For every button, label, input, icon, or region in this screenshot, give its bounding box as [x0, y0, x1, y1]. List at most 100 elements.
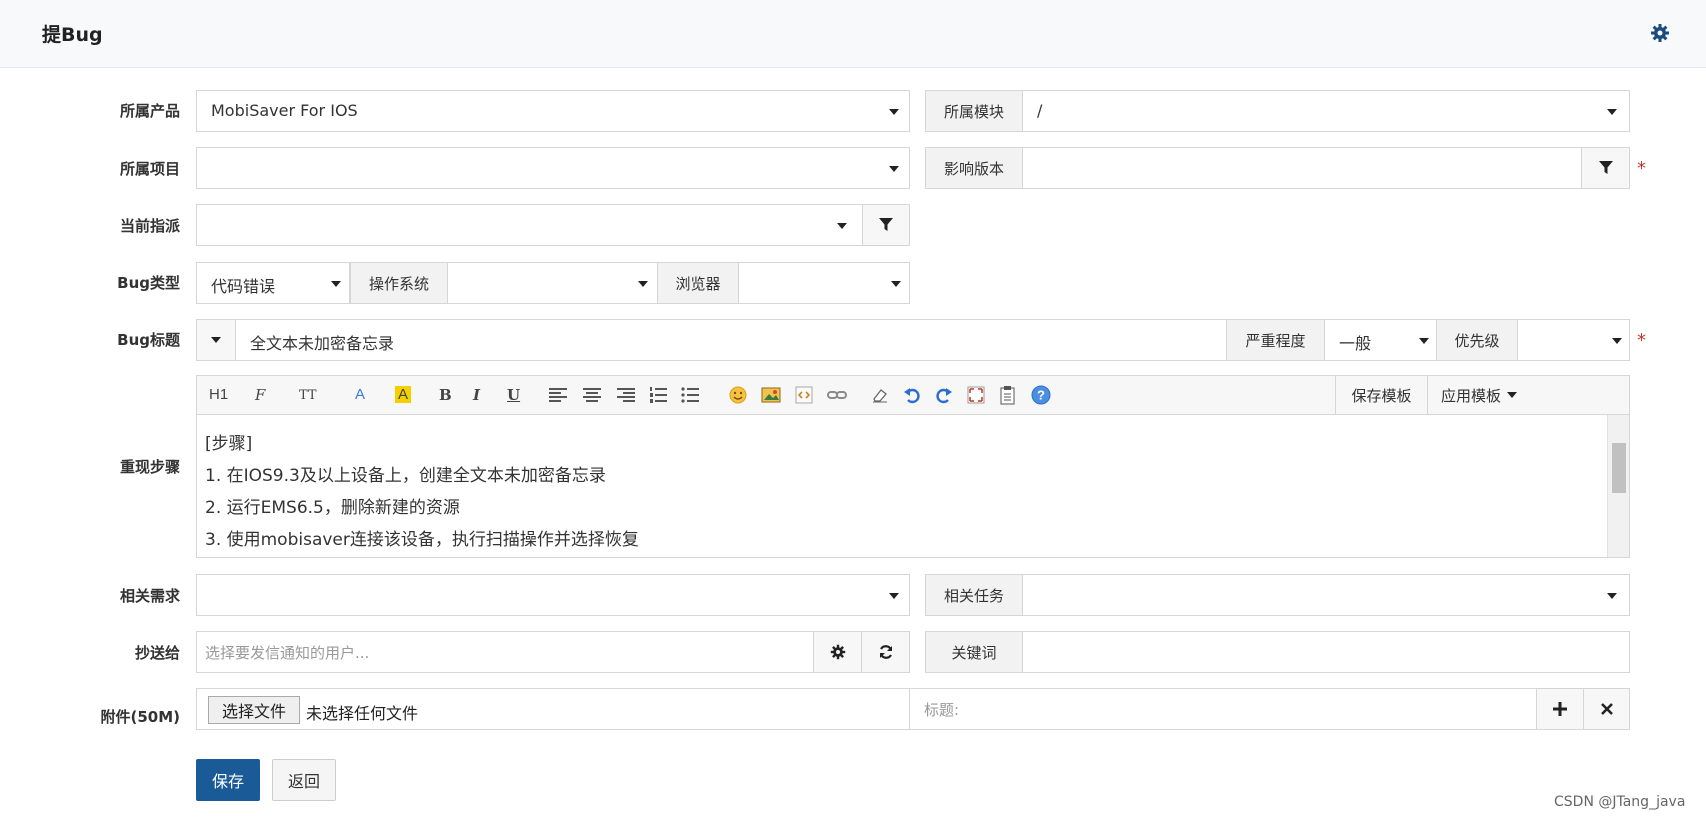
fullscreen-icon[interactable] [967, 386, 985, 404]
bug-type-select[interactable]: 代码错误 [196, 262, 350, 304]
editor-toolbar: H1 F TT A A B I U ? 保存模板 应用模板 [196, 375, 1630, 415]
choose-file-button[interactable]: 选择文件 [208, 696, 300, 724]
severity-select[interactable]: 一般 [1324, 319, 1437, 361]
font-color-button[interactable]: A [355, 386, 365, 403]
chevron-down-icon [211, 337, 221, 343]
keywords-label: 关键词 [925, 631, 1023, 673]
source-icon[interactable] [999, 385, 1017, 405]
priority-select[interactable] [1517, 319, 1630, 361]
filter-icon [879, 218, 893, 231]
product-label: 所属产品 [119, 102, 180, 120]
assign-filter-button[interactable] [862, 204, 910, 246]
align-left-icon[interactable] [549, 388, 567, 402]
image-icon[interactable] [761, 386, 781, 404]
chevron-down-icon [638, 281, 648, 287]
undo-icon[interactable] [903, 386, 921, 404]
module-select[interactable]: / [1022, 90, 1630, 132]
file-title-input[interactable]: 标题: [909, 688, 1537, 730]
gear-icon[interactable] [1650, 23, 1670, 43]
steps-line: 3. 使用mobisaver连接该设备，执行扫描操作并选择恢复 [205, 530, 639, 550]
font-family-button[interactable]: F [255, 386, 265, 404]
os-label: 操作系统 [350, 262, 448, 304]
mailto-refresh-button[interactable] [861, 631, 910, 673]
module-label: 所属模块 [925, 90, 1023, 132]
bug-title-label: Bug标题 [117, 331, 180, 349]
gear-icon [830, 644, 845, 660]
ordered-list-icon[interactable] [649, 387, 667, 403]
required-mark: * [1637, 158, 1646, 179]
watermark: CSDN @JTang_java [1554, 794, 1686, 810]
file-status: 未选择任何文件 [306, 704, 419, 723]
apply-template-label: 应用模板 [1440, 386, 1501, 405]
save-template-label: 保存模板 [1351, 386, 1412, 405]
task-label: 相关任务 [925, 574, 1023, 616]
build-filter-button[interactable] [1581, 147, 1630, 189]
back-button[interactable]: 返回 [272, 759, 336, 801]
steps-editor[interactable]: [步骤] 1. 在IOS9.3及以上设备上，创建全文本未加密备忘录 2. 运行E… [196, 414, 1630, 558]
task-select[interactable] [1022, 574, 1630, 616]
steps-line: 1. 在IOS9.3及以上设备上，创建全文本未加密备忘录 [205, 466, 606, 486]
chevron-down-icon [837, 223, 847, 229]
align-right-icon[interactable] [617, 388, 635, 402]
bug-title-value: 全文本未加密备忘录 [250, 334, 395, 353]
chevron-down-icon [331, 281, 341, 287]
os-select[interactable] [447, 262, 658, 304]
product-value: MobiSaver For IOS [211, 101, 358, 120]
priority-label: 优先级 [1436, 319, 1518, 361]
product-select[interactable]: MobiSaver For IOS [196, 90, 910, 132]
story-select[interactable] [196, 574, 910, 616]
mailto-settings-button[interactable] [813, 631, 862, 673]
font-size-button[interactable]: TT [299, 388, 317, 403]
help-icon[interactable]: ? [1031, 385, 1051, 405]
add-file-button[interactable] [1536, 688, 1584, 730]
emoji-icon[interactable] [729, 386, 747, 404]
mailto-input[interactable]: 选择要发信通知的用户... [196, 631, 814, 673]
save-template-button[interactable]: 保存模板 [1335, 375, 1427, 415]
code-icon[interactable] [795, 386, 813, 404]
redo-icon[interactable] [935, 386, 953, 404]
story-label: 相关需求 [119, 587, 180, 605]
file-input-wrapper [196, 688, 910, 730]
italic-button[interactable]: I [473, 386, 480, 404]
chevron-down-icon [1612, 338, 1622, 344]
bg-color-button[interactable]: A [395, 386, 412, 403]
plus-icon [1553, 702, 1567, 716]
browser-label: 浏览器 [657, 262, 739, 304]
chevron-down-icon [889, 593, 899, 599]
assign-select[interactable] [196, 204, 863, 246]
chevron-down-icon [889, 166, 899, 172]
build-select[interactable] [1022, 147, 1582, 189]
severity-label: 严重程度 [1226, 319, 1325, 361]
save-button[interactable]: 保存 [196, 759, 260, 801]
page-title: 提Bug [42, 24, 103, 46]
mailto-placeholder: 选择要发信通知的用户... [205, 644, 370, 662]
build-label: 影响版本 [925, 147, 1023, 189]
keywords-input[interactable] [1022, 631, 1630, 673]
browser-select[interactable] [738, 262, 910, 304]
title-color-dropdown[interactable] [196, 319, 236, 361]
editor-scrollbar[interactable] [1607, 415, 1629, 557]
scrollbar-thumb[interactable] [1612, 443, 1626, 493]
bullet-list-icon[interactable] [681, 387, 699, 403]
align-center-icon[interactable] [583, 388, 601, 402]
filter-icon [1598, 161, 1613, 174]
eraser-icon[interactable] [871, 386, 889, 404]
bug-type-value: 代码错误 [211, 277, 276, 296]
steps-label: 重现步骤 [119, 458, 180, 476]
steps-line: [步骤] [205, 434, 253, 454]
heading-button[interactable]: H1 [209, 386, 228, 403]
assign-label: 当前指派 [119, 217, 180, 235]
bug-type-label: Bug类型 [117, 274, 180, 292]
bold-button[interactable]: B [439, 386, 452, 404]
file-title-placeholder: 标题: [924, 701, 960, 719]
chevron-down-icon [889, 109, 899, 115]
link-icon[interactable] [827, 388, 847, 402]
bug-title-input[interactable]: 全文本未加密备忘录 [235, 319, 1227, 361]
chevron-down-icon [1607, 109, 1617, 115]
underline-button[interactable]: U [507, 386, 520, 404]
chevron-down-icon [1607, 593, 1617, 599]
project-select[interactable] [196, 147, 910, 189]
refresh-icon [879, 645, 892, 659]
remove-file-button[interactable] [1583, 688, 1630, 730]
apply-template-button[interactable]: 应用模板 [1427, 375, 1530, 415]
